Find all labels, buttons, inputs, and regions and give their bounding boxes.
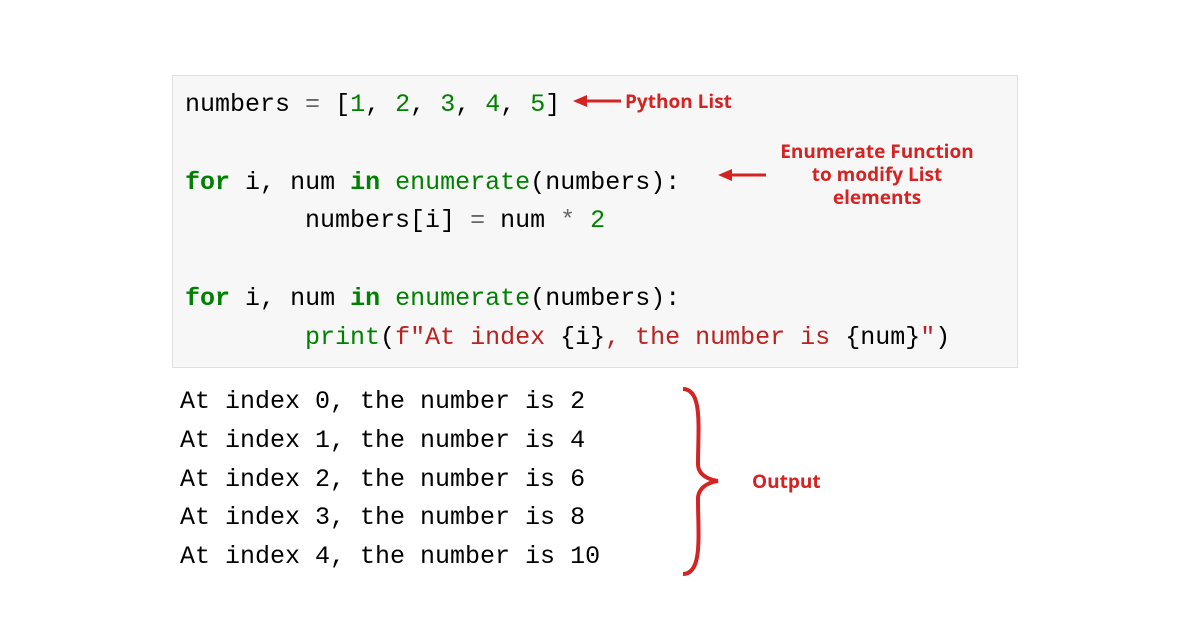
arrow-left-icon	[573, 92, 621, 110]
output-line: At index 0, the number is 2	[180, 387, 585, 416]
code-token: ,	[365, 90, 380, 119]
code-block: numbers = [1, 2, 3, 4, 5] for i, num in …	[172, 75, 1018, 368]
code-token: numbers	[545, 168, 650, 197]
output-line: At index 2, the number is 6	[180, 465, 585, 494]
arrow-left-icon	[718, 166, 766, 184]
code-token: {	[845, 323, 860, 352]
code-token: }	[590, 323, 605, 352]
code-token: num	[290, 284, 335, 313]
code-token: numbers	[185, 90, 290, 119]
code-token: (	[530, 284, 545, 313]
code-token: ]	[545, 90, 560, 119]
output-line: At index 3, the number is 8	[180, 503, 585, 532]
code-token: f"At index	[395, 323, 560, 352]
code-token: 2	[395, 90, 410, 119]
code-token: =	[470, 206, 485, 235]
curly-brace-icon	[678, 384, 728, 584]
code-token: =	[305, 90, 320, 119]
code-token: [	[335, 90, 350, 119]
code-token: (	[380, 323, 395, 352]
output-block: At index 0, the number is 2 At index 1, …	[180, 383, 600, 577]
code-token: for	[185, 168, 230, 197]
code-token: print	[305, 323, 380, 352]
code-token	[185, 323, 305, 352]
code-token: ,	[260, 284, 275, 313]
code-token: in	[350, 284, 380, 313]
code-token: enumerate	[395, 284, 530, 313]
code-token: "	[920, 323, 935, 352]
output-line: At index 4, the number is 10	[180, 542, 600, 571]
code-token: num	[860, 323, 905, 352]
code-token: *	[560, 206, 575, 235]
code-token: ):	[650, 168, 680, 197]
code-token: }	[905, 323, 920, 352]
code-token: num	[290, 168, 335, 197]
code-token: {	[560, 323, 575, 352]
code-token: ,	[410, 90, 425, 119]
code-token	[185, 206, 305, 235]
code-token: ,	[455, 90, 470, 119]
code-token: numbers[i]	[305, 206, 455, 235]
code-token: ):	[650, 284, 680, 313]
annotation-output: Output	[752, 470, 821, 493]
code-token: i	[575, 323, 590, 352]
code-token: enumerate	[395, 168, 530, 197]
code-token: ,	[500, 90, 515, 119]
code-token: 2	[590, 206, 605, 235]
code-token: 3	[440, 90, 455, 119]
annotation-line: elements	[833, 184, 921, 210]
code-token: (	[530, 168, 545, 197]
code-token: )	[935, 323, 950, 352]
code-token: numbers	[545, 284, 650, 313]
annotation-python-list: Python List	[625, 90, 732, 113]
code-token: ,	[260, 168, 275, 197]
annotation-enumerate: Enumerate Function to modify List elemen…	[772, 140, 982, 208]
code-token: i	[245, 168, 260, 197]
code-token: 4	[485, 90, 500, 119]
code-token: num	[500, 206, 545, 235]
code-token: 1	[350, 90, 365, 119]
output-line: At index 1, the number is 4	[180, 426, 585, 455]
code-token: in	[350, 168, 380, 197]
code-token: , the number is	[605, 323, 845, 352]
code-token: i	[245, 284, 260, 313]
code-token: 5	[530, 90, 545, 119]
code-token: for	[185, 284, 230, 313]
